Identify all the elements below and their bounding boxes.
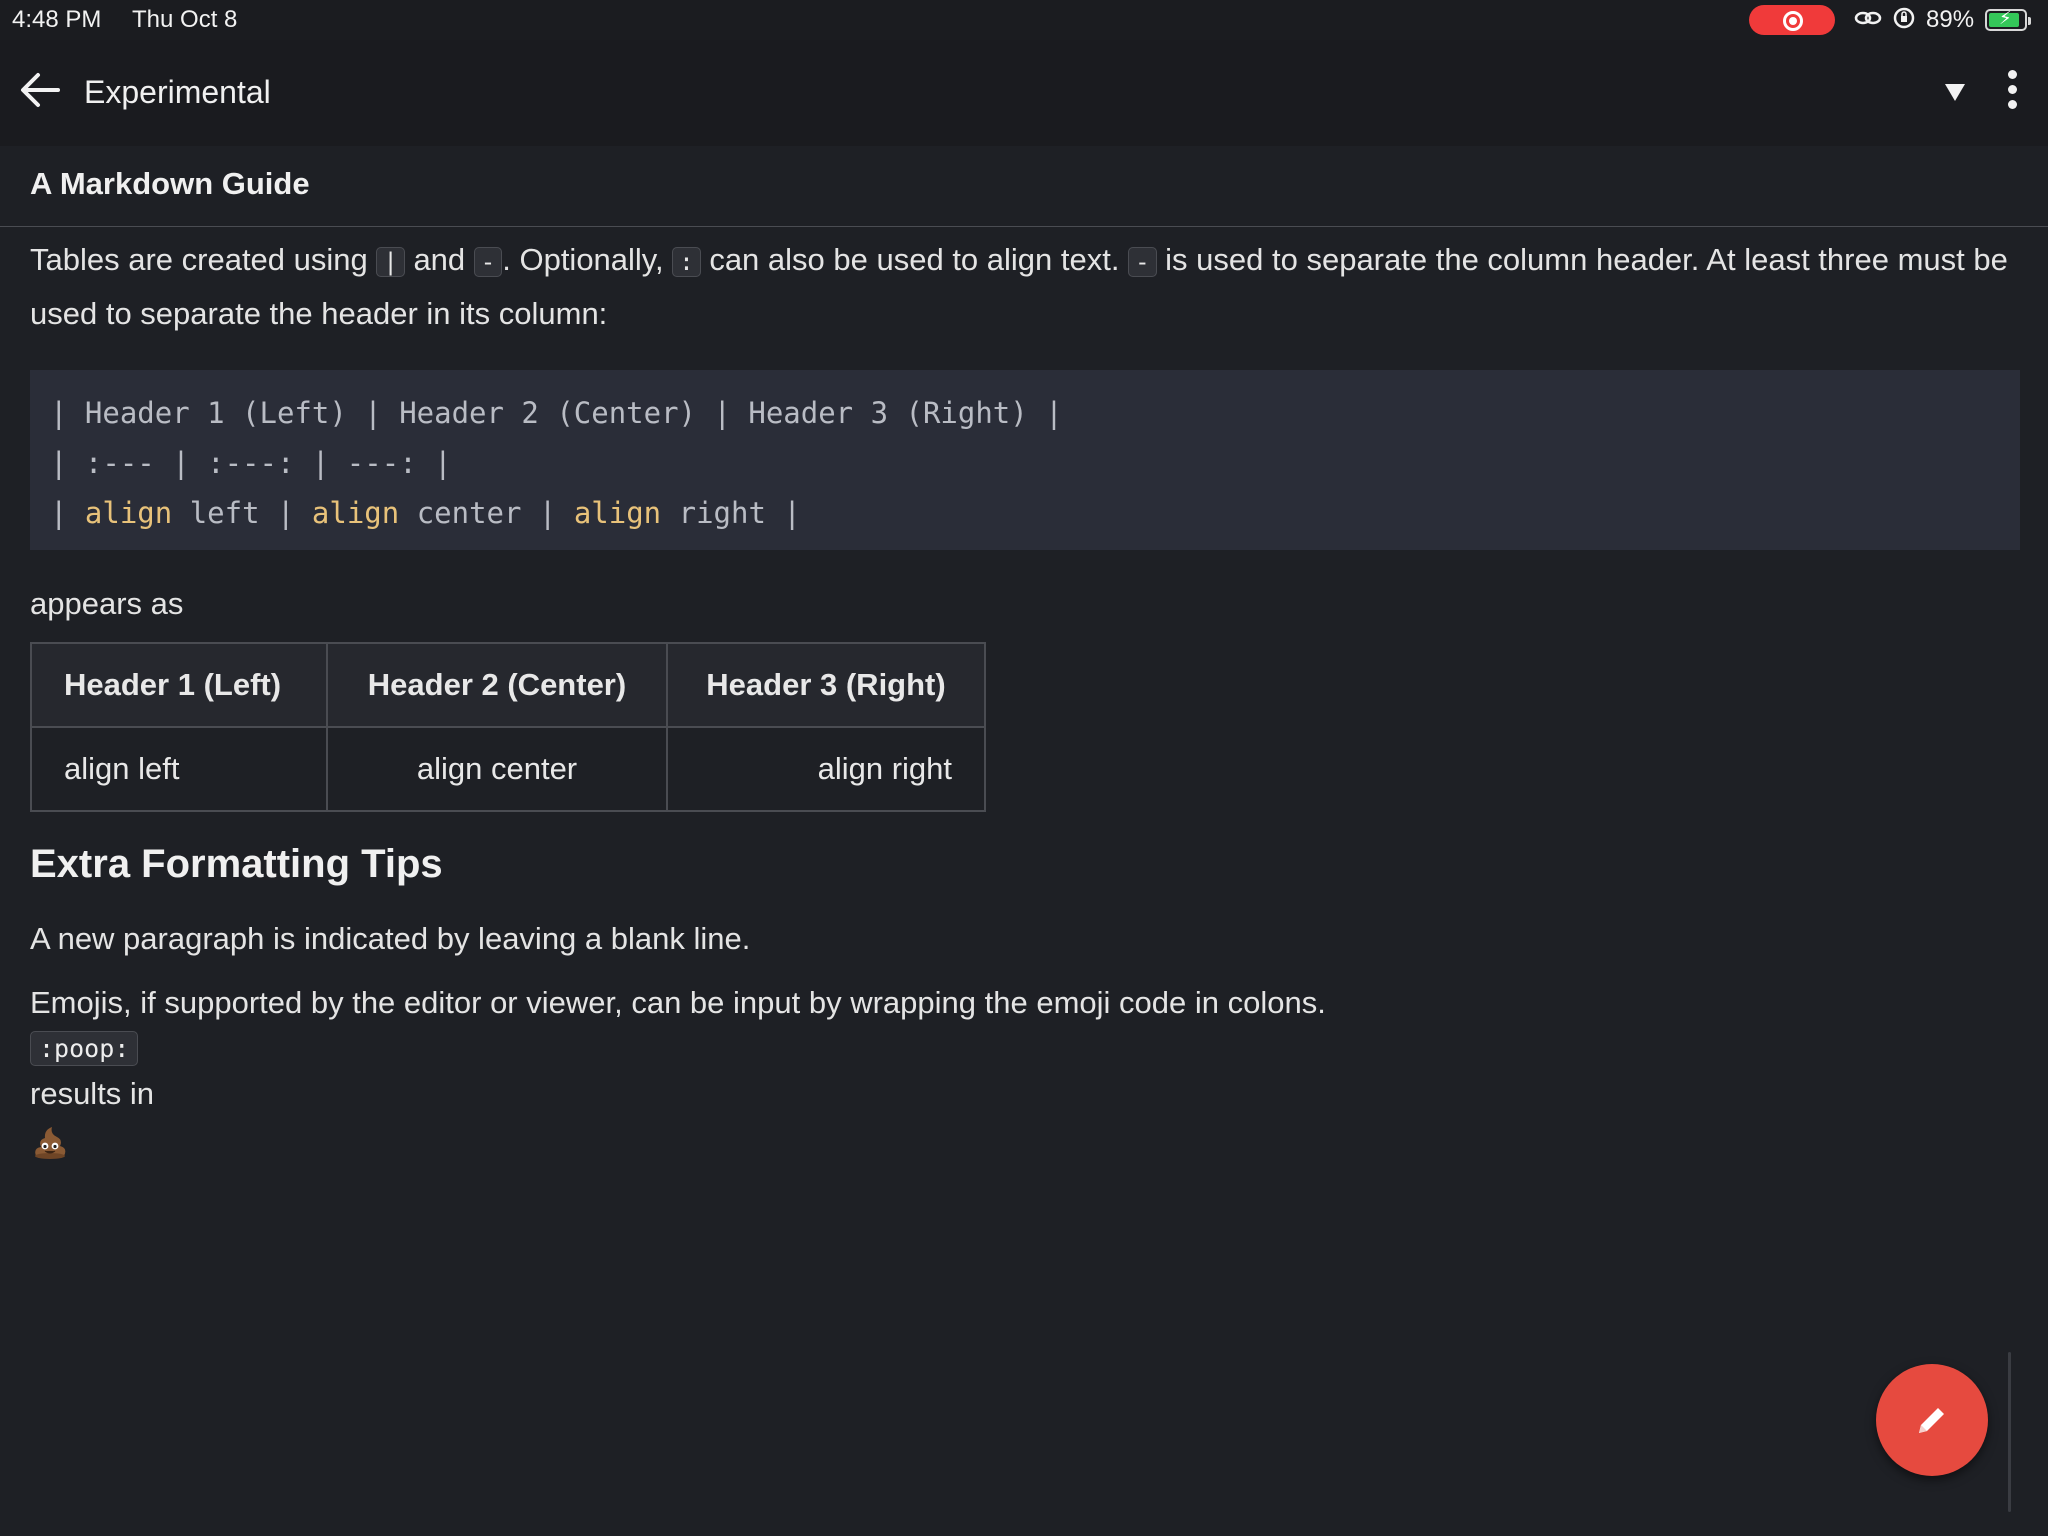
table-header-cell: Header 1 (Left) <box>30 642 328 728</box>
results-in-text: results in <box>30 1076 155 1111</box>
code-token: right | <box>661 496 801 530</box>
pencil-icon <box>1919 1408 1944 1433</box>
code-line-1: | Header 1 (Left) | Header 2 (Center) | … <box>50 396 1063 430</box>
table-row: align left align center align right <box>30 726 986 812</box>
code-keyword: align <box>311 496 400 530</box>
code-token: center | <box>399 496 574 530</box>
code-token: | <box>50 496 85 530</box>
paragraph-tip: A new paragraph is indicated by leaving … <box>30 921 751 956</box>
title-divider <box>0 226 2048 227</box>
emoji-code: :poop: <box>30 1031 139 1066</box>
battery-percentage: 89% <box>1926 6 1975 33</box>
status-date: Thu Oct 8 <box>132 6 238 33</box>
code-block: | Header 1 (Left) | Header 2 (Center) | … <box>30 370 2020 550</box>
dropdown-triangle-icon[interactable] <box>1940 76 1970 106</box>
inline-code-pipe: | <box>376 247 405 277</box>
poop-emoji-icon <box>30 1122 70 1162</box>
inline-code-dash-2: - <box>1128 247 1157 277</box>
battery-charging-icon: ⚡ <box>1985 8 2031 31</box>
code-keyword: align <box>84 496 173 530</box>
intro-text-3: . Optionally, <box>502 242 673 277</box>
extra-formatting-heading: Extra Formatting Tips <box>30 842 443 886</box>
intro-text-1: Tables are created using <box>30 242 377 277</box>
table-header-cell: Header 2 (Center) <box>326 642 668 728</box>
intro-text-2: and <box>404 242 474 277</box>
table-cell: align right <box>666 726 986 812</box>
tables-intro-paragraph: Tables are created using | and -. Option… <box>30 234 2020 340</box>
app-bar: Experimental <box>0 40 2048 146</box>
table-header-row: Header 1 (Left) Header 2 (Center) Header… <box>30 642 986 728</box>
orientation-lock-icon <box>1892 6 1916 36</box>
emoji-tip: Emojis, if supported by the editor or vi… <box>30 985 1326 1020</box>
intro-text-4: can also be used to align text. <box>700 242 1129 277</box>
more-vertical-icon[interactable] <box>2000 70 2024 116</box>
table-cell: align left <box>30 726 328 812</box>
link-icon <box>1854 6 1882 36</box>
app-title: Experimental <box>84 74 271 110</box>
code-keyword: align <box>573 496 662 530</box>
appears-as-text: appears as <box>30 586 184 621</box>
document-content: Tables are created using | and -. Option… <box>30 234 2020 1162</box>
table-header-cell: Header 3 (Right) <box>666 642 986 728</box>
code-token: left | <box>172 496 312 530</box>
edit-fab-button[interactable] <box>1876 1364 1988 1476</box>
status-time: 4:48 PM <box>12 6 102 33</box>
scrollbar[interactable] <box>2008 1352 2011 1512</box>
document-title: A Markdown Guide <box>30 166 310 201</box>
back-arrow-icon[interactable] <box>14 64 66 116</box>
rendered-table: Header 1 (Left) Header 2 (Center) Header… <box>30 642 986 812</box>
screen-record-icon[interactable] <box>1749 5 1835 35</box>
table-cell: align center <box>326 726 668 812</box>
inline-code-colon: : <box>672 247 701 277</box>
code-line-2: | :--- | :---: | ---: | <box>50 446 452 480</box>
inline-code-dash: - <box>473 247 503 277</box>
status-bar: 4:48 PM Thu Oct 8 89% ⚡ <box>0 0 2048 40</box>
code-line-3: | align left | align center | align righ… <box>50 488 2000 538</box>
